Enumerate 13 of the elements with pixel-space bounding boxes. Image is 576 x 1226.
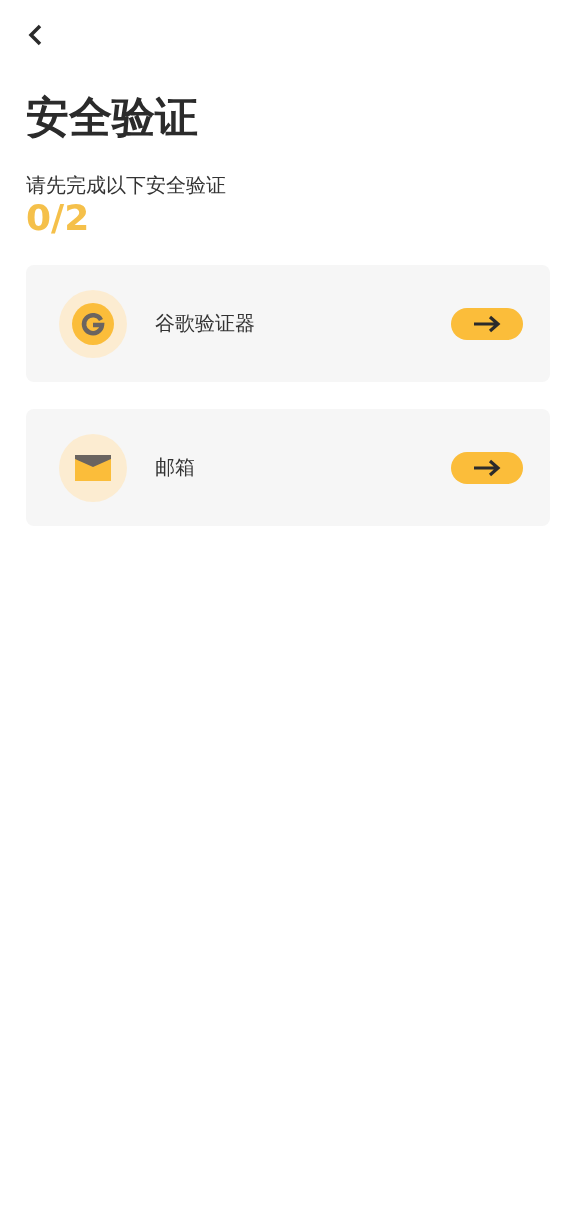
progress-count: 0/2 xyxy=(26,197,91,238)
page-title: 安全验证 xyxy=(26,92,199,144)
instruction-text: 请先完成以下安全验证 xyxy=(26,171,227,198)
go-button[interactable] xyxy=(451,451,523,484)
go-button[interactable] xyxy=(451,307,523,340)
method-label: 邮箱 xyxy=(155,454,196,482)
method-label: 谷歌验证器 xyxy=(155,310,256,338)
verification-card[interactable]: 邮箱 xyxy=(26,409,550,527)
g-logo-icon xyxy=(72,302,114,345)
envelope-icon xyxy=(75,454,111,481)
arrow-icon xyxy=(472,457,502,478)
verification-card[interactable]: 谷歌验证器 xyxy=(26,265,550,383)
arrow-icon xyxy=(472,313,502,334)
